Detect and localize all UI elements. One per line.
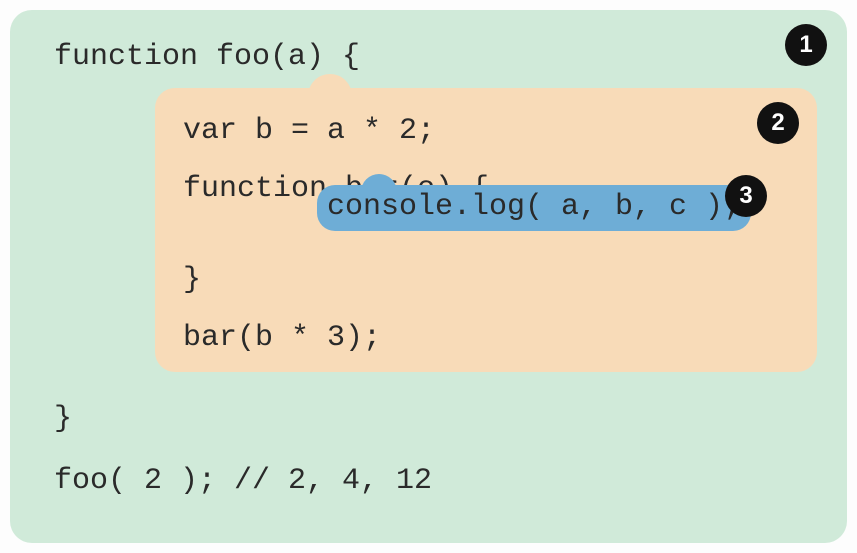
- scope-foo: var b = a * 2; function bar(c) { console…: [155, 88, 817, 372]
- code-line-foo-call: foo( 2 ); // 2, 4, 12: [54, 460, 432, 504]
- scope-bar: console.log( a, b, c );: [317, 185, 751, 231]
- code-line-foo-close: }: [54, 398, 72, 442]
- code-line-bar-close: }: [183, 259, 797, 303]
- scope-global: function foo(a) { var b = a * 2; functio…: [10, 10, 847, 543]
- scope-badge-1: 1: [785, 24, 827, 66]
- scope-badge-2: 2: [757, 102, 799, 144]
- code-line-bar-call: bar(b * 3);: [183, 317, 797, 361]
- scope-badge-3: 3: [725, 175, 767, 217]
- code-line-foo-decl: function foo(a) {: [54, 36, 817, 80]
- code-line-var-b: var b = a * 2;: [183, 110, 797, 154]
